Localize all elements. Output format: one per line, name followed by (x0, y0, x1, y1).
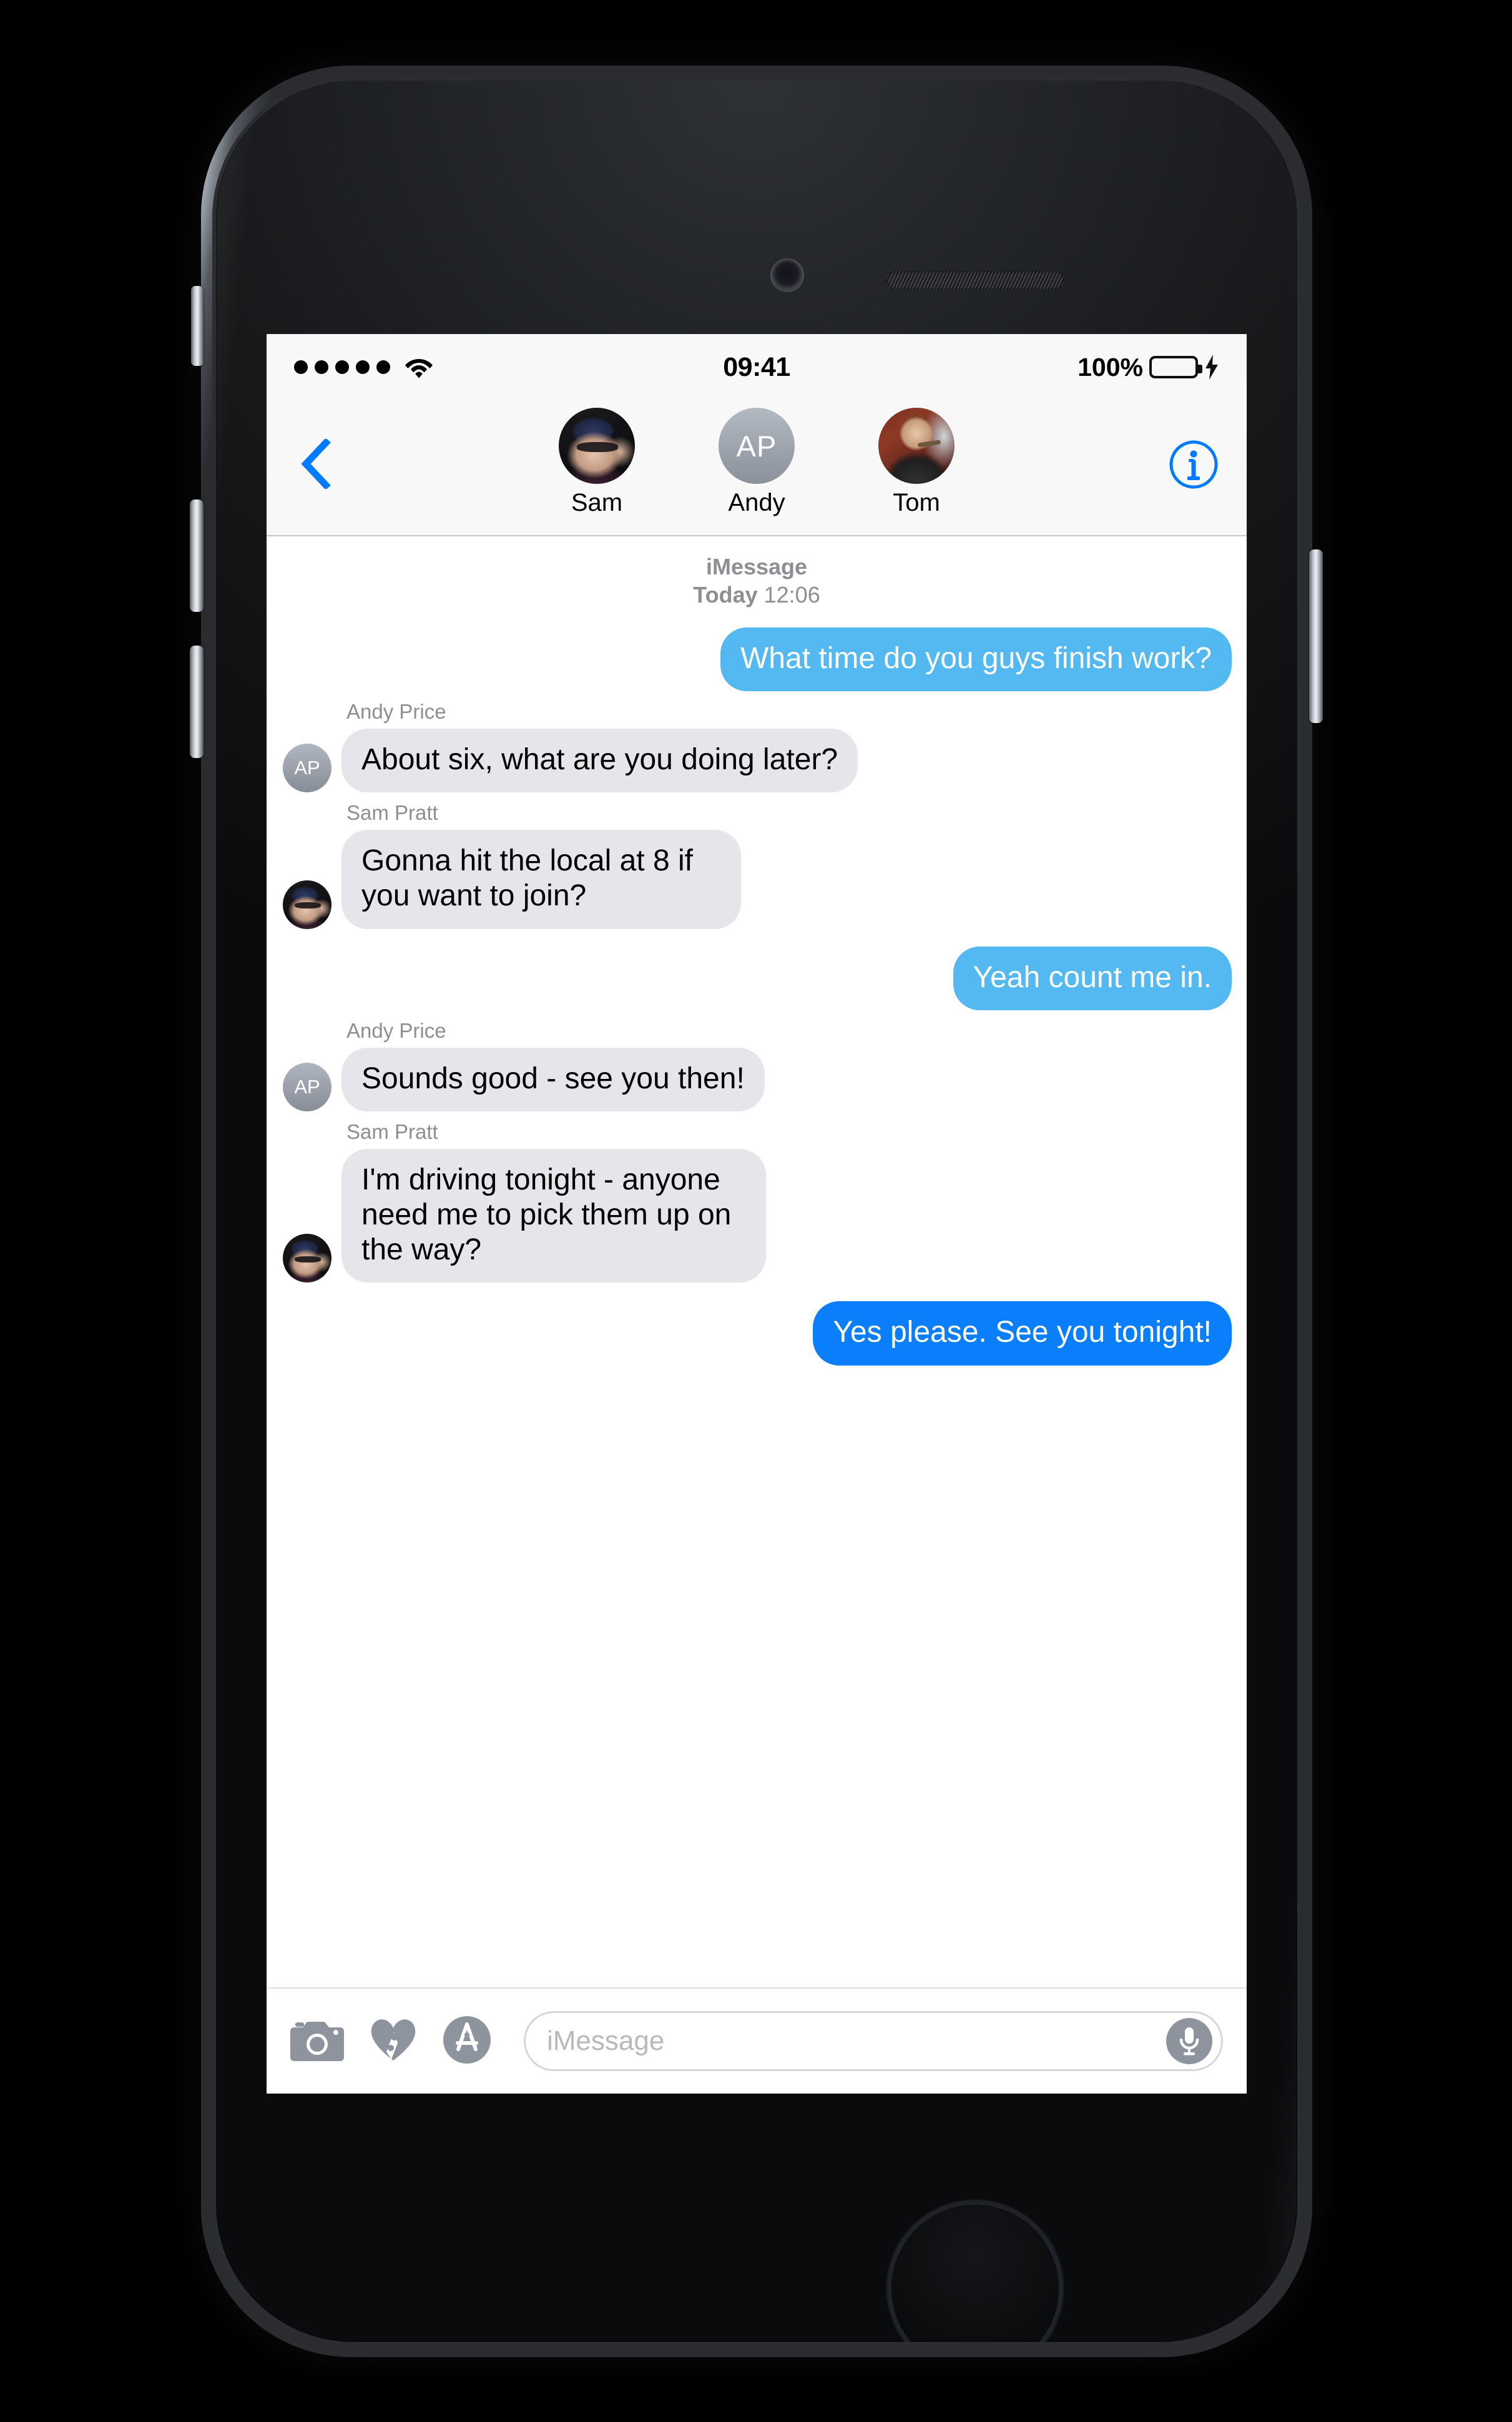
message-bubble-outgoing[interactable]: Yes please. See you tonight! (813, 1301, 1247, 1366)
signal-dot-3 (335, 360, 349, 374)
wifi-icon (405, 359, 433, 378)
participant-sam[interactable]: Sam (544, 408, 650, 517)
signal-dot-2 (315, 360, 328, 374)
chevron-left-icon (301, 439, 331, 489)
avatar-tom-photo[interactable] (878, 408, 955, 484)
participant-andy[interactable]: AP Andy (704, 408, 810, 517)
earpiece-speaker-icon (886, 271, 1064, 290)
message-bubble-outgoing[interactable]: Yeah count me in. (953, 946, 1247, 1010)
message-sender-name: Sam Pratt (346, 1120, 438, 1143)
avatar-sam-photo[interactable] (559, 408, 635, 484)
message-sender-name: Andy Price (346, 1018, 446, 1042)
message-sender-name: Sam Pratt (346, 801, 438, 825)
signal-dot-5 (376, 360, 390, 374)
timestamp-time: 12:06 (763, 582, 820, 608)
info-circle-icon (1169, 440, 1218, 489)
message-sender-name: Andy Price (346, 700, 446, 724)
digital-touch-heart-icon[interactable] (369, 2016, 418, 2067)
status-signal-group (294, 356, 433, 378)
mute-switch-button[interactable] (191, 286, 204, 366)
message-row: I'm driving tonight - anyone need me to … (267, 1148, 1247, 1283)
timestamp-label: Today 12:06 (267, 581, 1247, 609)
message-row: Yeah count me in. (267, 946, 1247, 1010)
message-bubble-incoming[interactable]: I'm driving tonight - anyone need me to … (323, 1148, 766, 1283)
avatar-sam-photo-small[interactable] (283, 880, 331, 929)
message-bubble-incoming[interactable]: About six, what are you doing later? (322, 729, 858, 793)
status-bar: 09:41 100% (267, 334, 1247, 400)
charging-bolt-icon (1205, 355, 1218, 380)
app-store-icon[interactable] (443, 2016, 491, 2067)
phone-screen: 09:41 100% Sam AP Andy Tom iMessage Toda… (267, 334, 1247, 2094)
avatar-sam-photo-small[interactable] (283, 1234, 331, 1283)
back-button[interactable] (294, 439, 338, 489)
status-battery-group: 100% (1078, 353, 1219, 382)
participant-tom[interactable]: Tom (863, 408, 970, 517)
camera-icon[interactable] (290, 2019, 344, 2064)
avatar-andy-initials-small[interactable]: AP (283, 744, 331, 793)
volume-up-button[interactable] (190, 500, 204, 612)
message-input-field[interactable]: iMessage (524, 2011, 1223, 2071)
message-bubble-incoming[interactable]: Sounds good - see you then! (323, 1047, 765, 1112)
avatar-andy-initials[interactable]: AP (719, 408, 795, 484)
home-button[interactable] (887, 2200, 1063, 2342)
avatar-andy-initials-small[interactable]: AP (283, 1062, 331, 1111)
message-bubble-outgoing[interactable]: What time do you guys finish work? (720, 628, 1247, 692)
message-row: AP About six, what are you doing later? (267, 729, 1247, 793)
microphone-button[interactable] (1166, 2018, 1212, 2064)
signal-dot-4 (356, 360, 370, 374)
message-row: Gonna hit the local at 8 if you want to … (267, 830, 1247, 929)
battery-percent-label: 100% (1078, 352, 1143, 382)
participants-list: Sam AP Andy Tom (544, 400, 970, 517)
timestamp-day: Today (693, 582, 758, 608)
conversation-thread[interactable]: iMessage Today 12:06 What time do you gu… (267, 536, 1247, 1989)
signal-dot-1 (294, 360, 308, 374)
front-camera-icon (770, 258, 804, 292)
message-row: Yes please. See you tonight! (267, 1301, 1247, 1366)
battery-icon (1149, 356, 1202, 378)
volume-down-button[interactable] (190, 646, 204, 758)
message-input-placeholder: iMessage (547, 2026, 665, 2056)
message-row: What time do you guys finish work? (267, 628, 1247, 692)
participant-name-tom: Tom (893, 489, 940, 516)
participant-name-sam: Sam (571, 489, 623, 516)
message-bubble-incoming[interactable]: Gonna hit the local at 8 if you want to … (323, 830, 741, 929)
power-button[interactable] (1309, 549, 1323, 723)
message-row: AP Sounds good - see you then! (267, 1047, 1247, 1112)
participant-name-andy: Andy (728, 489, 785, 516)
info-button[interactable] (1168, 439, 1219, 490)
microphone-icon (1179, 2027, 1199, 2055)
message-input-toolbar: iMessage (267, 1987, 1247, 2094)
conversation-timestamp: iMessage Today 12:06 (267, 553, 1247, 609)
conversation-nav-bar: Sam AP Andy Tom (267, 400, 1247, 536)
service-label: iMessage (705, 554, 808, 579)
